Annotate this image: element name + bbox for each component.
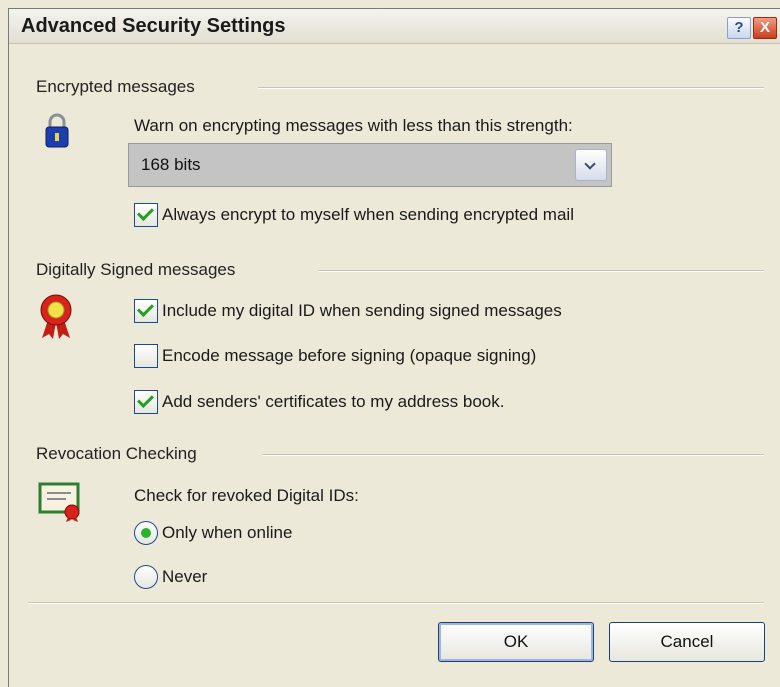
always-encrypt-checkbox[interactable]: [134, 203, 158, 227]
only-when-online-label[interactable]: Only when online: [162, 523, 292, 543]
never-label[interactable]: Never: [162, 567, 207, 587]
revocation-group-label: Revocation Checking: [36, 444, 197, 463]
help-button[interactable]: ?: [727, 17, 751, 39]
check-revoked-label: Check for revoked Digital IDs:: [134, 486, 359, 505]
encode-before-signing-checkbox[interactable]: [134, 344, 158, 368]
padlock-icon: [45, 113, 69, 148]
always-encrypt-label[interactable]: Always encrypt to myself when sending en…: [162, 205, 574, 225]
cancel-button[interactable]: Cancel: [609, 622, 765, 662]
encryption-strength-value: 168 bits: [141, 155, 201, 174]
award-ribbon-icon: [40, 294, 72, 339]
close-button[interactable]: X: [753, 17, 777, 39]
add-senders-certificates-checkbox[interactable]: [134, 390, 158, 414]
add-senders-certificates-label[interactable]: Add senders' certificates to my address …: [162, 392, 504, 412]
certificate-icon: [38, 482, 80, 522]
revocation-group-divider: [262, 454, 764, 456]
title-bar[interactable]: Advanced Security Settings ? X: [9, 9, 780, 44]
signed-messages-group-label: Digitally Signed messages: [36, 260, 236, 279]
include-digital-id-checkbox[interactable]: [134, 299, 158, 323]
warn-strength-label: Warn on encrypting messages with less th…: [134, 116, 573, 135]
signed-group-divider: [318, 270, 764, 272]
never-radio[interactable]: [134, 565, 158, 589]
encryption-strength-select[interactable]: 168 bits: [128, 143, 612, 187]
include-digital-id-label[interactable]: Include my digital ID when sending signe…: [162, 301, 562, 321]
encrypted-messages-group-label: Encrypted messages: [36, 77, 195, 96]
encode-before-signing-label[interactable]: Encode message before signing (opaque si…: [162, 346, 536, 366]
ok-button[interactable]: OK: [438, 622, 594, 662]
chevron-down-icon[interactable]: [575, 149, 607, 181]
encrypted-group-divider: [258, 87, 764, 89]
only-when-online-radio[interactable]: [134, 521, 158, 545]
dialog-title: Advanced Security Settings: [21, 15, 286, 37]
footer-divider: [28, 602, 764, 604]
